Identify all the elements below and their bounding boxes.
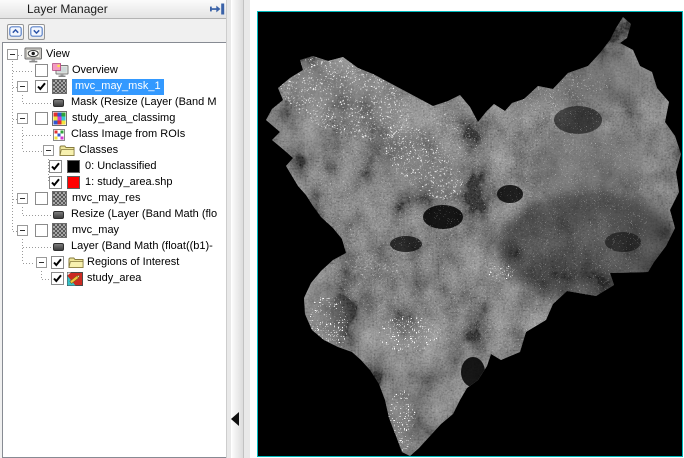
tree-item-label[interactable]: 0: Unclassified	[85, 159, 157, 175]
tree-item-mvc-may-msk-1: mvc_may_msk_1	[3, 79, 226, 95]
class-checkbox[interactable]	[49, 176, 62, 189]
raster-layer-icon	[52, 191, 67, 206]
tree-item-label[interactable]: study_area	[87, 271, 141, 287]
chevron-down-icon	[30, 25, 43, 40]
tree-item-label[interactable]: mvc_may_res	[72, 191, 140, 207]
panel-titlebar: Layer Manager	[0, 0, 230, 19]
tree-item-mask: Mask (Resize (Layer (Band M	[3, 95, 226, 111]
image-view-area	[250, 0, 684, 458]
panel-splitter[interactable]	[226, 0, 250, 458]
layer-tree: View Overview	[2, 42, 227, 458]
layer-chip-icon	[53, 99, 64, 107]
raster-map-svg	[258, 12, 682, 456]
layer-checkbox[interactable]	[35, 112, 48, 125]
tree-item-label[interactable]: Class Image from ROIs	[71, 127, 185, 143]
tree-item-mvc-may-res: mvc_may_res	[3, 191, 226, 207]
tree-item-label[interactable]: View	[46, 47, 70, 63]
expander-icon[interactable]	[17, 225, 28, 236]
expand-all-button[interactable]	[28, 24, 45, 40]
layer-chip-icon	[53, 243, 64, 251]
expander-icon[interactable]	[43, 145, 54, 156]
layer-checkbox[interactable]	[35, 192, 48, 205]
layer-checkbox[interactable]	[35, 80, 48, 93]
tree-item-label[interactable]: Resize (Layer (Band Math (flo	[71, 207, 217, 223]
layer-checkbox[interactable]	[35, 64, 48, 77]
class-color-swatch[interactable]	[67, 176, 80, 189]
tree-item-label[interactable]: Mask (Resize (Layer (Band M	[71, 95, 217, 111]
collapse-all-button[interactable]	[7, 24, 24, 40]
expander-icon[interactable]	[7, 49, 18, 60]
layer-manager-panel: Layer Manager	[0, 0, 230, 458]
roi-folder-checkbox[interactable]	[51, 256, 64, 269]
dock-panel-icon[interactable]	[209, 2, 226, 16]
class-image-icon	[52, 111, 67, 126]
tree-item-mvc-may: mvc_may	[3, 223, 226, 239]
tree-item-label[interactable]: Overview	[72, 63, 118, 79]
expander-icon[interactable]	[17, 81, 28, 92]
folder-icon	[59, 144, 75, 157]
expander-icon[interactable]	[17, 113, 28, 124]
tree-item-label-selected[interactable]: mvc_may_msk_1	[72, 79, 164, 95]
layer-chip-icon	[53, 211, 64, 219]
view-eye-icon	[24, 47, 43, 63]
tree-item-study-area: study_area	[3, 271, 226, 287]
raster-layer-icon	[52, 223, 67, 238]
tree-item-regions-of-interest: Regions of Interest	[3, 255, 226, 271]
tree-item-study-area-classimg: study_area_classimg	[3, 111, 226, 127]
roi-checkbox[interactable]	[51, 272, 64, 285]
expander-icon[interactable]	[36, 257, 47, 268]
tree-item-class-image-from-rois: Class Image from ROIs	[3, 127, 226, 143]
tree-item-layer-band-math: Layer (Band Math (float((b1)-	[3, 239, 226, 255]
tree-item-label[interactable]: mvc_may	[72, 223, 119, 239]
tree-item-overview: Overview	[3, 63, 226, 79]
layer-checkbox[interactable]	[35, 224, 48, 237]
tree-item-label[interactable]: study_area_classimg	[72, 111, 175, 127]
raster-layer-icon	[52, 79, 67, 94]
tree-item-classes: Classes	[3, 143, 226, 159]
class-checkbox[interactable]	[49, 160, 62, 173]
tree-item-view: View	[3, 47, 226, 63]
expander-icon[interactable]	[17, 193, 28, 204]
folder-icon	[68, 256, 84, 269]
tree-item-label[interactable]: Regions of Interest	[87, 255, 179, 271]
panel-title: Layer Manager	[27, 2, 108, 16]
roi-icon	[67, 272, 83, 286]
splitter-handle[interactable]	[231, 0, 244, 458]
class-image-small-icon	[53, 129, 65, 141]
tree-item-label[interactable]: 1: study_area.shp	[85, 175, 172, 191]
chevron-up-icon	[9, 25, 22, 40]
tree-item-resize: Resize (Layer (Band Math (flo	[3, 207, 226, 223]
class-color-swatch[interactable]	[67, 160, 80, 173]
image-viewport[interactable]	[257, 11, 683, 457]
collapse-panel-arrow-icon[interactable]	[231, 412, 239, 426]
tree-item-label[interactable]: Classes	[79, 143, 118, 159]
overview-icon	[52, 63, 69, 78]
tree-item-label[interactable]: Layer (Band Math (float((b1)-	[71, 239, 213, 255]
tree-item-class-0: 0: Unclassified	[3, 159, 226, 175]
tree-item-class-1: 1: study_area.shp	[3, 175, 226, 191]
